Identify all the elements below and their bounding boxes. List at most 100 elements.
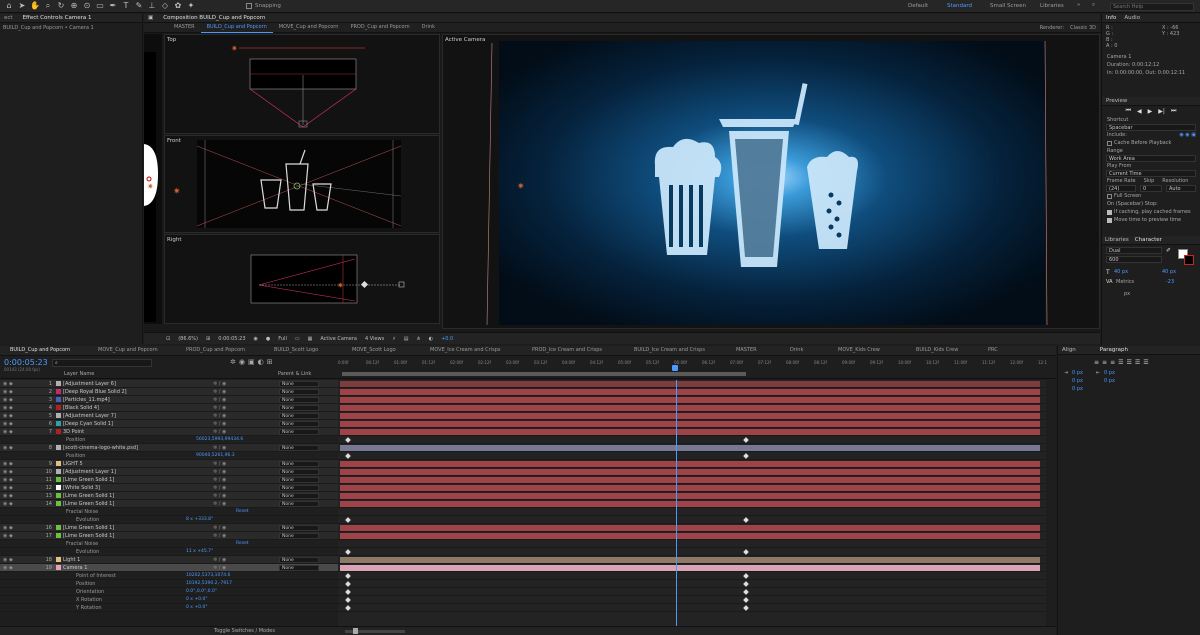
tracking-value[interactable]: -23 [1166,279,1174,285]
layer-switches[interactable]: ✲ / ◉ [213,493,279,499]
active-camera-view[interactable]: Active Camera ✷ [442,34,1100,329]
parent-dropdown[interactable]: None [279,468,319,475]
kerning-value[interactable]: Metrics [1116,279,1134,285]
keyframe-marker[interactable] [345,549,351,555]
layer-row[interactable]: ◉ ◆ 17 [Lime Green Solid 1] ✲ / ◉ None [0,532,338,540]
parent-dropdown[interactable]: None [279,564,319,571]
layer-duration-bar[interactable] [340,429,1040,435]
layer-switches[interactable]: ✲ / ◉ [213,461,279,467]
layer-name[interactable]: [Particles_11.mp4] [63,397,213,403]
playhead-line[interactable] [676,380,677,626]
range-dropdown[interactable]: Work Area [1106,155,1196,162]
tab-libraries[interactable]: Libraries [1102,236,1132,245]
layer-duration-bar[interactable] [340,389,1040,395]
timeline-tab-2[interactable]: PROD_Cup and Popcorn [180,346,268,355]
layer-row[interactable]: ◉ ◆ 19 Camera 1 ✲ / ◉ None [0,564,338,572]
property-value[interactable]: 90040,5261,96.3 [196,453,235,458]
layer-switches[interactable]: ✲ / ◉ [213,477,279,483]
label-color-swatch[interactable] [56,429,61,434]
camera-tool-icon[interactable]: ⊕ [69,1,79,11]
layer-duration-bar[interactable] [340,445,1040,451]
keyframe-marker[interactable] [345,581,351,587]
comp-tab-prod-cup[interactable]: PROD_Cup and Popcorn [344,23,415,32]
layer-duration-bar[interactable] [340,501,1040,507]
exposure-icon[interactable]: ◐ [429,336,433,342]
layer-switches[interactable]: ✲ / ◉ [213,397,279,403]
layer-duration-bar[interactable] [340,477,1040,483]
workspace-default[interactable]: Default [908,3,928,9]
layer-name[interactable]: Position [56,453,196,459]
top-view[interactable]: Top ✷ [164,34,440,134]
timeline-tab-3[interactable]: BUILD_Scott Logo [268,346,346,355]
layer-duration-bar[interactable] [340,381,1040,387]
keyframe-marker[interactable] [743,597,749,603]
hand-tool-icon[interactable]: ✋ [30,1,40,11]
align-right-icon[interactable]: ≡ [1110,359,1115,366]
layer-row[interactable]: ◉ ◆ 5 [Adjustment Layer 7] ✲ / ◉ None [0,412,338,420]
visibility-icon[interactable]: ◉ ◆ [0,469,36,475]
property-row[interactable]: Orientation 0.0°,0.0°,0.0° [0,588,338,596]
timeline-tab-9[interactable]: Drink [784,346,832,355]
parent-dropdown[interactable]: None [279,460,319,467]
layer-switches[interactable]: ✲ / ◉ [213,389,279,395]
comp-tab-move-cup[interactable]: MOVE_Cup and Popcorn [273,23,345,32]
visibility-icon[interactable]: ◉ ◆ [0,533,36,539]
parent-dropdown[interactable]: None [279,484,319,491]
grid-icon[interactable]: ⊞ [206,336,210,342]
workspace-overflow-icon[interactable]: » [1077,2,1080,8]
label-color-swatch[interactable] [56,405,61,410]
comp-tab-build-cup[interactable]: BUILD_Cup and Popcorn [200,23,273,33]
label-color-swatch[interactable] [56,501,61,506]
indent-left-value[interactable]: 0 px [1072,370,1083,376]
last-frame-icon[interactable]: ⏭ [1171,107,1176,115]
viewer-timecode[interactable]: 0:00:05:23 [218,336,245,342]
keyframe-marker[interactable] [743,573,749,579]
layer-duration-bar[interactable] [340,485,1040,491]
shortcut-dropdown[interactable]: Spacebar [1106,124,1196,131]
indent-right-value[interactable]: 0 px [1104,370,1115,376]
timeline-tab-1[interactable]: MOVE_Cup and Popcorn [92,346,180,355]
layer-switches[interactable]: ✲ / ◉ [213,469,279,475]
keyframe-marker[interactable] [743,453,749,459]
zoom-dropdown[interactable]: (86.6%) [178,336,198,342]
layer-switches[interactable]: ✲ / ◉ [213,381,279,387]
parent-dropdown[interactable]: None [279,444,319,451]
tab-paragraph[interactable]: Paragraph [1096,346,1132,355]
play-from-dropdown[interactable]: Current Time [1106,170,1196,177]
visibility-icon[interactable]: ◉ ◆ [0,429,36,435]
label-color-swatch[interactable] [56,461,61,466]
snapshot-icon[interactable]: ◉ [254,336,258,342]
keyframe-marker[interactable] [743,549,749,555]
keyframe-marker[interactable] [743,581,749,587]
visibility-icon[interactable]: ◉ ◆ [0,565,36,571]
layer-duration-bar[interactable] [340,413,1040,419]
timeline-tab-4[interactable]: MOVE_Scott Logo [346,346,424,355]
property-row[interactable]: Evolution 11 x +45.7° [0,548,338,556]
parent-dropdown[interactable]: None [279,492,319,499]
stroke-unit-value[interactable]: px [1124,291,1130,297]
justify-left-icon[interactable]: ☰ [1118,359,1123,366]
visibility-icon[interactable]: ◉ ◆ [0,477,36,483]
layer-name[interactable]: [Lime Green Solid 1] [63,477,213,483]
next-frame-icon[interactable]: ▶| [1158,108,1165,115]
views-dropdown[interactable]: 4 Views [365,336,384,342]
visibility-icon[interactable]: ◉ ◆ [0,461,36,467]
layer-row[interactable]: ◉ ◆ 3 [Particles_11.mp4] ✲ / ◉ None [0,396,338,404]
timeline-tab-5[interactable]: MOVE_Ice Cream and Crisps [424,346,526,355]
property-row[interactable]: Y Rotation 0 x +0.0° [0,604,338,612]
parent-dropdown[interactable]: None [279,396,319,403]
renderer-value[interactable]: Classic 3D [1070,25,1096,31]
rectangle-tool-icon[interactable]: ▭ [95,1,105,11]
zoom-tool-icon[interactable]: ⌕ [43,1,53,11]
frame-rate-dropdown[interactable]: (24) [1106,185,1136,192]
effect-reset-link[interactable]: Reset [236,541,249,546]
label-color-swatch[interactable] [56,421,61,426]
property-row[interactable]: Point of Interest 10202,5373,1074.6 [0,572,338,580]
camera-dropdown[interactable]: Active Camera [320,336,357,342]
label-color-swatch[interactable] [56,469,61,474]
transparency-grid-icon[interactable]: ▦ [308,336,313,342]
selection-tool-icon[interactable]: ➤ [17,1,27,11]
layer-row[interactable]: ◉ ◆ 1 [Adjustment Layer 6] ✲ / ◉ None [0,380,338,388]
workspace-libraries[interactable]: Libraries [1040,3,1064,9]
visibility-icon[interactable]: ◉ ◆ [0,525,36,531]
